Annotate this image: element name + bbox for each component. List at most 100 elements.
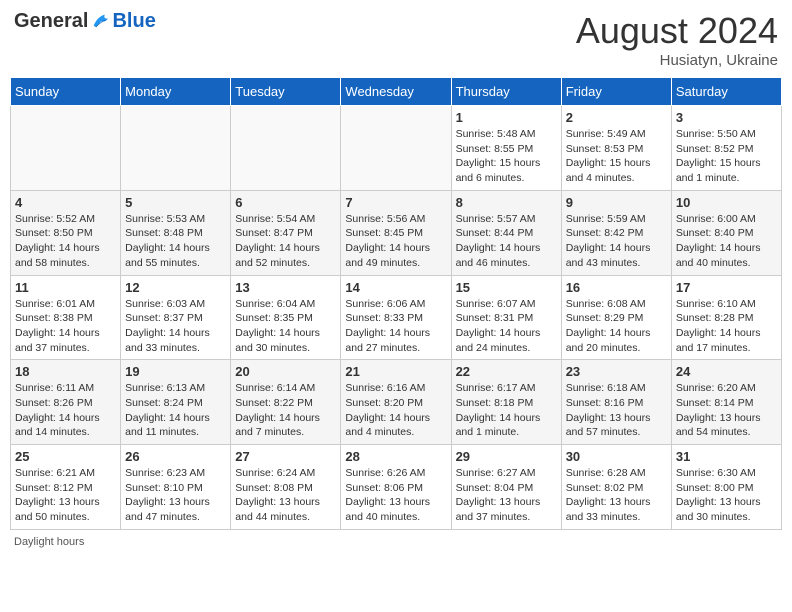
day-number: 7: [345, 195, 446, 210]
calendar-cell: 15 Sunrise: 6:07 AMSunset: 8:31 PMDayligh…: [451, 275, 561, 360]
month-title: August 2024: [576, 10, 778, 52]
day-info: Sunrise: 6:20 AMSunset: 8:14 PMDaylight:…: [676, 381, 777, 440]
day-info: Sunrise: 5:57 AMSunset: 8:44 PMDaylight:…: [456, 212, 557, 271]
calendar-cell: 13Sunrise: 6:04 AMSunset: 8:35 PMDayligh…: [231, 275, 341, 360]
logo: General Blue: [14, 10, 156, 33]
day-number: 20: [235, 364, 336, 379]
calendar-cell: 12Sunrise: 6:03 AMSunset: 8:37 PMDayligh…: [121, 275, 231, 360]
day-number: 16: [566, 280, 667, 295]
day-info: Sunrise: 6:24 AMSunset: 8:08 PMDaylight:…: [235, 466, 336, 525]
day-info: Sunrise: 5:50 AMSunset: 8:52 PMDaylight:…: [676, 127, 777, 186]
day-info: Sunrise: 6:01 AMSunset: 8:38 PMDaylight:…: [15, 297, 116, 356]
day-number: 31: [676, 449, 777, 464]
calendar-cell: 30Sunrise: 6:28 AMSunset: 8:02 PMDayligh…: [561, 445, 671, 530]
calendar-cell: [231, 106, 341, 191]
day-number: 2: [566, 110, 667, 125]
day-info: Sunrise: 6:21 AMSunset: 8:12 PMDaylight:…: [15, 466, 116, 525]
day-number: 1: [456, 110, 557, 125]
title-block: August 2024 Husiatyn, Ukraine: [576, 10, 778, 69]
location-subtitle: Husiatyn, Ukraine: [576, 52, 778, 69]
calendar-cell: 8 Sunrise: 5:57 AMSunset: 8:44 PMDaylight…: [451, 190, 561, 275]
calendar-cell: 10 Sunrise: 6:00 AMSunset: 8:40 PMDayligh…: [671, 190, 781, 275]
calendar-cell: 25 Sunrise: 6:21 AMSunset: 8:12 PMDayligh…: [11, 445, 121, 530]
calendar-week-row: 1Sunrise: 5:48 AMSunset: 8:55 PMDaylight…: [11, 106, 782, 191]
calendar-header-tuesday: Tuesday: [231, 78, 341, 106]
calendar-cell: 6 Sunrise: 5:54 AMSunset: 8:47 PMDaylight…: [231, 190, 341, 275]
calendar-cell: 4 Sunrise: 5:52 AMSunset: 8:50 PMDaylight…: [11, 190, 121, 275]
day-number: 28: [345, 449, 446, 464]
day-number: 29: [456, 449, 557, 464]
day-number: 6: [235, 195, 336, 210]
day-info: Sunrise: 6:18 AMSunset: 8:16 PMDaylight:…: [566, 381, 667, 440]
calendar-cell: [341, 106, 451, 191]
day-number: 22: [456, 364, 557, 379]
day-number: 23: [566, 364, 667, 379]
day-number: 8: [456, 195, 557, 210]
day-info: Sunrise: 6:26 AMSunset: 8:06 PMDaylight:…: [345, 466, 446, 525]
logo-bird-icon: [90, 11, 112, 33]
day-number: 25: [15, 449, 116, 464]
day-info: Sunrise: 6:16 AMSunset: 8:20 PMDaylight:…: [345, 381, 446, 440]
calendar-cell: 21 Sunrise: 6:16 AMSunset: 8:20 PMDayligh…: [341, 360, 451, 445]
day-number: 14: [345, 280, 446, 295]
day-number: 18: [15, 364, 116, 379]
day-info: Sunrise: 6:11 AMSunset: 8:26 PMDaylight:…: [15, 381, 116, 440]
footer-note: Daylight hours: [10, 536, 782, 548]
calendar-cell: 16 Sunrise: 6:08 AMSunset: 8:29 PMDayligh…: [561, 275, 671, 360]
calendar-header-sunday: Sunday: [11, 78, 121, 106]
day-number: 13: [235, 280, 336, 295]
calendar-week-row: 11 Sunrise: 6:01 AMSunset: 8:38 PMDayligh…: [11, 275, 782, 360]
calendar-cell: 1Sunrise: 5:48 AMSunset: 8:55 PMDaylight…: [451, 106, 561, 191]
day-number: 9: [566, 195, 667, 210]
calendar-header-row: SundayMondayTuesdayWednesdayThursdayFrid…: [11, 78, 782, 106]
calendar-cell: [11, 106, 121, 191]
calendar-cell: 23 Sunrise: 6:18 AMSunset: 8:16 PMDayligh…: [561, 360, 671, 445]
day-number: 4: [15, 195, 116, 210]
day-number: 26: [125, 449, 226, 464]
day-info: Sunrise: 6:27 AMSunset: 8:04 PMDaylight:…: [456, 466, 557, 525]
day-info: Sunrise: 6:08 AMSunset: 8:29 PMDaylight:…: [566, 297, 667, 356]
day-info: Sunrise: 6:28 AMSunset: 8:02 PMDaylight:…: [566, 466, 667, 525]
calendar-cell: 31 Sunrise: 6:30 AMSunset: 8:00 PMDayligh…: [671, 445, 781, 530]
day-number: 15: [456, 280, 557, 295]
calendar-header-saturday: Saturday: [671, 78, 781, 106]
day-info: Sunrise: 6:30 AMSunset: 8:00 PMDaylight:…: [676, 466, 777, 525]
calendar-cell: 24 Sunrise: 6:20 AMSunset: 8:14 PMDayligh…: [671, 360, 781, 445]
day-info: Sunrise: 6:03 AMSunset: 8:37 PMDaylight:…: [125, 297, 226, 356]
calendar-cell: 11 Sunrise: 6:01 AMSunset: 8:38 PMDayligh…: [11, 275, 121, 360]
calendar-week-row: 18 Sunrise: 6:11 AMSunset: 8:26 PMDayligh…: [11, 360, 782, 445]
calendar-cell: [121, 106, 231, 191]
day-info: Sunrise: 5:53 AMSunset: 8:48 PMDaylight:…: [125, 212, 226, 271]
day-info: Sunrise: 6:13 AMSunset: 8:24 PMDaylight:…: [125, 381, 226, 440]
day-info: Sunrise: 6:17 AMSunset: 8:18 PMDaylight:…: [456, 381, 557, 440]
day-number: 24: [676, 364, 777, 379]
day-number: 11: [15, 280, 116, 295]
day-info: Sunrise: 5:54 AMSunset: 8:47 PMDaylight:…: [235, 212, 336, 271]
day-number: 3: [676, 110, 777, 125]
logo-general: General: [14, 10, 88, 33]
logo-blue: Blue: [112, 10, 155, 33]
day-number: 10: [676, 195, 777, 210]
day-info: Sunrise: 5:49 AMSunset: 8:53 PMDaylight:…: [566, 127, 667, 186]
calendar-cell: 26 Sunrise: 6:23 AMSunset: 8:10 PMDayligh…: [121, 445, 231, 530]
day-info: Sunrise: 6:23 AMSunset: 8:10 PMDaylight:…: [125, 466, 226, 525]
day-info: Sunrise: 6:00 AMSunset: 8:40 PMDaylight:…: [676, 212, 777, 271]
calendar-cell: 28 Sunrise: 6:26 AMSunset: 8:06 PMDayligh…: [341, 445, 451, 530]
calendar-cell: 9Sunrise: 5:59 AMSunset: 8:42 PMDaylight…: [561, 190, 671, 275]
day-number: 19: [125, 364, 226, 379]
calendar-header-wednesday: Wednesday: [341, 78, 451, 106]
calendar-cell: 2 Sunrise: 5:49 AMSunset: 8:53 PMDaylight…: [561, 106, 671, 191]
day-info: Sunrise: 5:52 AMSunset: 8:50 PMDaylight:…: [15, 212, 116, 271]
calendar-cell: 27Sunrise: 6:24 AMSunset: 8:08 PMDayligh…: [231, 445, 341, 530]
calendar-cell: 20 Sunrise: 6:14 AMSunset: 8:22 PMDayligh…: [231, 360, 341, 445]
day-info: Sunrise: 6:10 AMSunset: 8:28 PMDaylight:…: [676, 297, 777, 356]
calendar-cell: 14Sunrise: 6:06 AMSunset: 8:33 PMDayligh…: [341, 275, 451, 360]
day-info: Sunrise: 6:07 AMSunset: 8:31 PMDaylight:…: [456, 297, 557, 356]
day-info: Sunrise: 6:14 AMSunset: 8:22 PMDaylight:…: [235, 381, 336, 440]
calendar-header-thursday: Thursday: [451, 78, 561, 106]
calendar-week-row: 4 Sunrise: 5:52 AMSunset: 8:50 PMDaylight…: [11, 190, 782, 275]
day-number: 17: [676, 280, 777, 295]
calendar-cell: 19 Sunrise: 6:13 AMSunset: 8:24 PMDayligh…: [121, 360, 231, 445]
day-number: 21: [345, 364, 446, 379]
calendar-cell: 17 Sunrise: 6:10 AMSunset: 8:28 PMDayligh…: [671, 275, 781, 360]
